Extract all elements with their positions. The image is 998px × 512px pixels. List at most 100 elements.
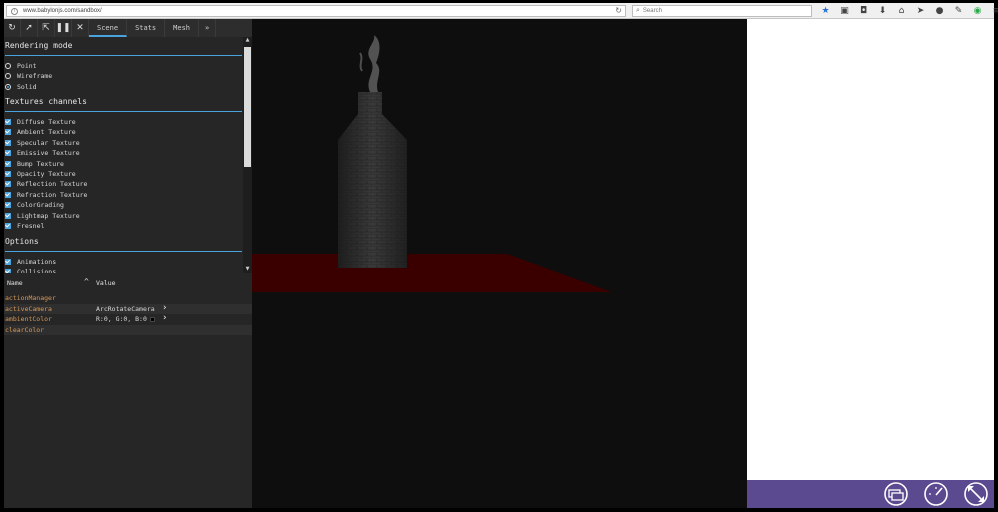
texture-checkbox-row[interactable]: Opacity Texture (5, 169, 76, 179)
search-input[interactable]: ⌕ Search (632, 5, 812, 17)
texture-label: Opacity Texture (17, 170, 76, 178)
texture-checkbox-row[interactable]: Diffuse Texture (5, 117, 76, 127)
search-placeholder: Search (642, 8, 662, 14)
inspector-panel: ↻ ➚ ⇱ ❚❚ ✕ Scene Stats Mesh » Rendering … (4, 19, 252, 508)
gauge-icon[interactable] (923, 482, 949, 506)
smoke-wisp (359, 52, 363, 72)
chat-icon[interactable]: ● (930, 4, 949, 18)
render-canvas[interactable] (252, 19, 747, 508)
checkbox-icon[interactable] (5, 212, 11, 219)
texture-checkbox-row[interactable]: Specular Texture (5, 138, 80, 148)
pocket-icon[interactable]: ◘ (854, 4, 873, 18)
chevron-right-icon[interactable]: › (162, 313, 167, 323)
scene-tab-content: Rendering mode Point Wireframe Solid Tex… (4, 37, 243, 273)
ground-plane (252, 254, 612, 292)
scene-scrollbar[interactable]: ▲ ▼ (243, 37, 252, 273)
section-divider (5, 251, 242, 252)
fullscreen-icon[interactable] (963, 482, 989, 506)
checkbox-icon[interactable] (5, 269, 11, 273)
clipboard-icon[interactable]: ▣ (835, 4, 854, 18)
radio-icon[interactable] (5, 84, 11, 90)
menu-icon[interactable]: ≡ (987, 4, 998, 18)
radio-icon[interactable] (5, 63, 11, 69)
presentation-icon[interactable] (883, 482, 909, 506)
texture-checkbox-row[interactable]: Ambient Texture (5, 127, 76, 137)
download-icon[interactable]: ⬇ (873, 4, 892, 18)
blank-area (747, 19, 994, 480)
texture-label: Diffuse Texture (17, 118, 76, 126)
chevron-right-icon[interactable]: › (162, 303, 167, 313)
tab-more[interactable]: » (199, 19, 217, 37)
star-icon[interactable]: ★ (816, 4, 835, 18)
property-value-text: ArcRotateCamera (96, 304, 155, 313)
scroll-thumb[interactable] (244, 47, 251, 167)
property-row[interactable]: ambientColor R:0, G:0, B:0 › (4, 313, 252, 324)
checkbox-icon[interactable] (5, 202, 11, 209)
option-checkbox-row[interactable]: Collisions (5, 267, 56, 273)
refresh-icon[interactable]: ↻ (4, 19, 21, 37)
checkbox-icon[interactable] (5, 171, 11, 177)
send-icon[interactable]: ➤ (911, 4, 930, 18)
properties-header: Name ^ Value (4, 277, 252, 289)
site-info-icon[interactable]: i (11, 7, 18, 15)
option-label: Collisions (17, 268, 57, 273)
property-row[interactable]: activeCamera ArcRotateCamera › (4, 303, 252, 314)
checkbox-icon[interactable] (5, 139, 11, 146)
tab-stats[interactable]: Stats (127, 19, 166, 37)
address-bar[interactable]: i www.babylonjs.com/sandbox/ ↻ (6, 5, 626, 17)
checkbox-icon[interactable] (5, 119, 11, 125)
property-name: activeCamera (5, 304, 52, 313)
scroll-down-icon[interactable]: ▼ (244, 266, 251, 273)
rendering-mode-title: Rendering mode (5, 41, 73, 50)
reload-icon[interactable]: ↻ (615, 6, 622, 15)
texture-label: Ambient Texture (17, 128, 76, 137)
home-icon[interactable]: ⌂ (892, 4, 911, 18)
options-title: Options (5, 237, 39, 246)
option-checkbox-row[interactable]: Animations (5, 257, 56, 267)
pointer-icon[interactable]: ➚ (21, 19, 38, 37)
texture-checkbox-row[interactable]: Bump Texture (5, 159, 64, 169)
inspector-toolbar: ↻ ➚ ⇱ ❚❚ ✕ Scene Stats Mesh » (4, 19, 252, 37)
property-row[interactable]: clearColor (4, 324, 252, 335)
chevron-up-icon[interactable]: ^ (84, 277, 89, 286)
texture-checkbox-row[interactable]: Lightmap Texture (5, 211, 80, 221)
texture-checkbox-row[interactable]: Refraction Texture (5, 190, 87, 200)
scene-render (252, 35, 612, 292)
radio-point[interactable]: Point (5, 61, 37, 71)
texture-checkbox-row[interactable]: Reflection Texture (5, 179, 87, 189)
url-text: www.babylonjs.com/sandbox/ (23, 8, 102, 14)
popout-icon[interactable]: ⇱ (38, 19, 55, 37)
smoke (368, 35, 380, 92)
checkbox-icon[interactable] (5, 129, 11, 136)
radio-solid[interactable]: Solid (5, 82, 37, 92)
radio-label: Wireframe (17, 72, 53, 80)
texture-checkbox-row[interactable]: Emissive Texture (5, 148, 80, 158)
texture-checkbox-row[interactable]: ColorGrading (5, 200, 64, 210)
checkbox-icon[interactable] (5, 259, 11, 265)
radio-icon[interactable] (5, 73, 11, 79)
checkbox-icon[interactable] (5, 150, 11, 157)
section-divider (5, 111, 242, 112)
checkbox-icon[interactable] (5, 181, 11, 188)
property-name: clearColor (5, 325, 45, 334)
close-icon[interactable]: ✕ (72, 19, 89, 37)
circle-icon[interactable]: ◉ (968, 4, 987, 18)
property-value-text: R:0, G:0, B:0 (96, 315, 147, 323)
name-column-header[interactable]: Name (7, 279, 23, 287)
property-row[interactable]: actionManager (4, 293, 252, 303)
checkbox-icon[interactable] (5, 223, 11, 229)
tab-scene[interactable]: Scene (89, 19, 128, 37)
checkbox-icon[interactable] (5, 160, 11, 167)
texture-label: Refraction Texture (17, 190, 88, 199)
color-swatch[interactable] (149, 316, 155, 322)
pause-icon[interactable]: ❚❚ (55, 19, 72, 37)
scroll-up-icon[interactable]: ▲ (244, 37, 251, 44)
radio-wireframe[interactable]: Wireframe (5, 71, 52, 81)
texture-checkbox-row[interactable]: Fresnel (5, 221, 44, 231)
pen-icon[interactable]: ✎ (949, 4, 968, 18)
tab-mesh[interactable]: Mesh (165, 19, 200, 37)
checkbox-icon[interactable] (5, 191, 11, 198)
property-name: ambientColor (5, 315, 52, 323)
property-value: R:0, G:0, B:0 (96, 315, 155, 323)
texture-label: ColorGrading (17, 201, 64, 210)
